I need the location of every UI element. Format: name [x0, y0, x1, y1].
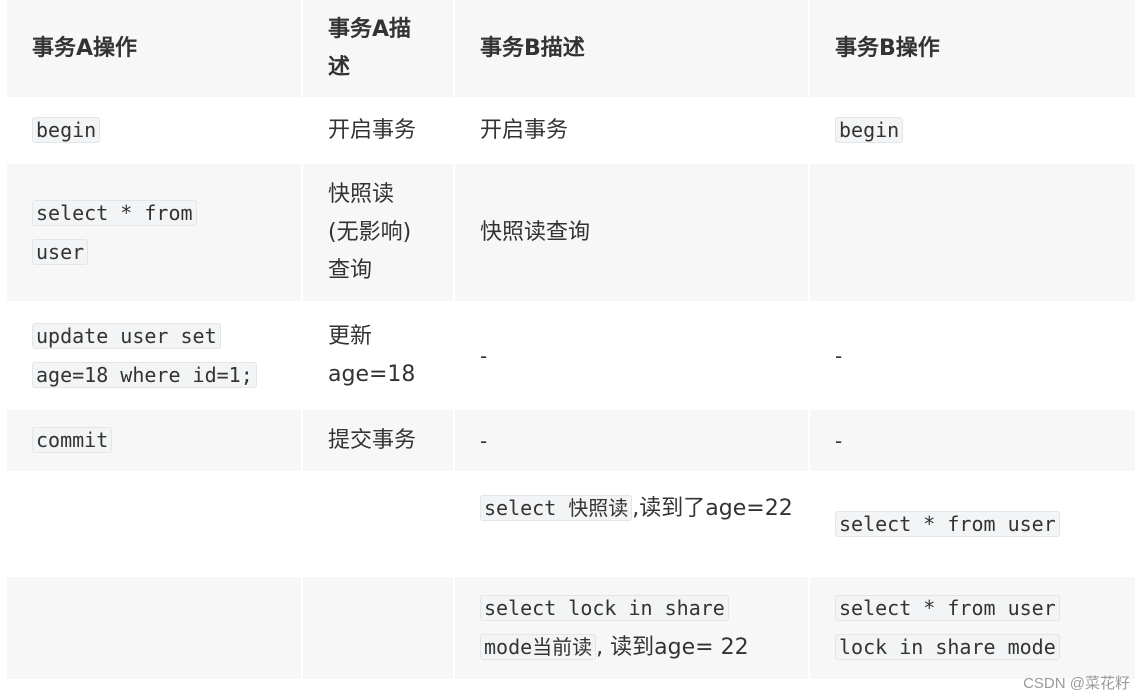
a-operation-cell	[7, 473, 301, 575]
header-a-operation: 事务A操作	[7, 0, 301, 97]
header-a-description: 事务A描述	[303, 0, 453, 97]
a-operation-cell: select * from user	[7, 164, 301, 301]
b-operation-cell: begin	[810, 99, 1135, 162]
code-snippet: select 快照读	[480, 495, 633, 521]
table-row: begin 开启事务 开启事务 begin	[7, 99, 1135, 162]
table-row: select lock in share mode当前读, 读到age= 22 …	[7, 577, 1135, 679]
code-snippet: mode当前读	[480, 634, 597, 660]
header-label: 事务B描述	[480, 35, 585, 61]
cell-text: -	[480, 343, 488, 368]
cell-text: age=18	[328, 361, 416, 387]
b-operation-cell: select * from user	[810, 473, 1135, 575]
a-operation-cell	[7, 577, 301, 679]
cell-text: 提交事务	[328, 427, 417, 453]
a-description-cell	[303, 473, 453, 575]
cell-text: 开启事务	[480, 117, 569, 143]
header-label: 事务A操作	[32, 35, 138, 61]
table-row: commit 提交事务 - -	[7, 410, 1135, 471]
b-operation-cell: -	[810, 410, 1135, 471]
code-snippet: begin	[32, 117, 101, 143]
table-header-row: 事务A操作 事务A描述 事务B描述 事务B操作	[7, 0, 1135, 97]
cell-text: 开启事务	[328, 117, 417, 143]
b-description-cell: select lock in share mode当前读, 读到age= 22	[455, 577, 808, 679]
cell-text: 快照读	[328, 181, 395, 207]
a-description-cell: 提交事务	[303, 410, 453, 471]
b-description-cell: 开启事务	[455, 99, 808, 162]
b-operation-cell	[810, 164, 1135, 301]
header-label: 事务B操作	[835, 35, 940, 61]
a-description-cell: 更新 age=18	[303, 303, 453, 408]
header-b-operation: 事务B操作	[810, 0, 1135, 97]
code-snippet: begin	[835, 117, 904, 143]
cell-text: , 读到age= 22	[596, 635, 749, 660]
a-operation-cell: begin	[7, 99, 301, 162]
a-description-cell: 快照读 (无影响) 查询	[303, 164, 453, 301]
code-snippet: commit	[32, 427, 113, 453]
watermark: CSDN @菜花籽	[1023, 675, 1130, 692]
code-snippet: select * from	[32, 199, 197, 226]
cell-text: (无影响)	[328, 219, 412, 245]
b-operation-cell: -	[810, 303, 1135, 408]
table-row: update user set age=18 where id=1; 更新 ag…	[7, 303, 1135, 408]
cell-text: -	[835, 428, 843, 453]
b-description-cell: -	[455, 410, 808, 471]
cell-text: ,读到了age=22	[632, 496, 793, 521]
code-snippet: age=18 where id=1;	[32, 361, 257, 388]
cell-text: 查询	[328, 257, 373, 283]
cell-text: 快照读查询	[480, 219, 591, 245]
cell-text: 更新	[328, 323, 373, 349]
b-description-cell: -	[455, 303, 808, 408]
a-operation-cell: commit	[7, 410, 301, 471]
a-operation-cell: update user set age=18 where id=1;	[7, 303, 301, 408]
a-description-cell: 开启事务	[303, 99, 453, 162]
header-b-description: 事务B描述	[455, 0, 808, 97]
header-label: 事务A描述	[328, 16, 412, 80]
cell-text: -	[480, 428, 488, 453]
cell-text: -	[835, 343, 843, 368]
table-row: select 快照读 ,读到了age=22 select * from user	[7, 473, 1135, 575]
a-description-cell	[303, 577, 453, 679]
code-snippet: select * from user	[835, 510, 1060, 537]
table-row: select * from user 快照读 (无影响) 查询 快照读查询	[7, 164, 1135, 301]
b-operation-cell: select * from user lock in share mode	[810, 577, 1135, 679]
code-snippet: update user set	[32, 322, 221, 349]
b-description-cell: select 快照读 ,读到了age=22	[455, 473, 808, 575]
code-snippet: select lock in share	[480, 595, 729, 621]
code-snippet: lock in share mode	[835, 634, 1060, 660]
code-snippet: user	[32, 238, 89, 265]
b-description-cell: 快照读查询	[455, 164, 808, 301]
code-snippet: select * from user	[835, 595, 1060, 621]
